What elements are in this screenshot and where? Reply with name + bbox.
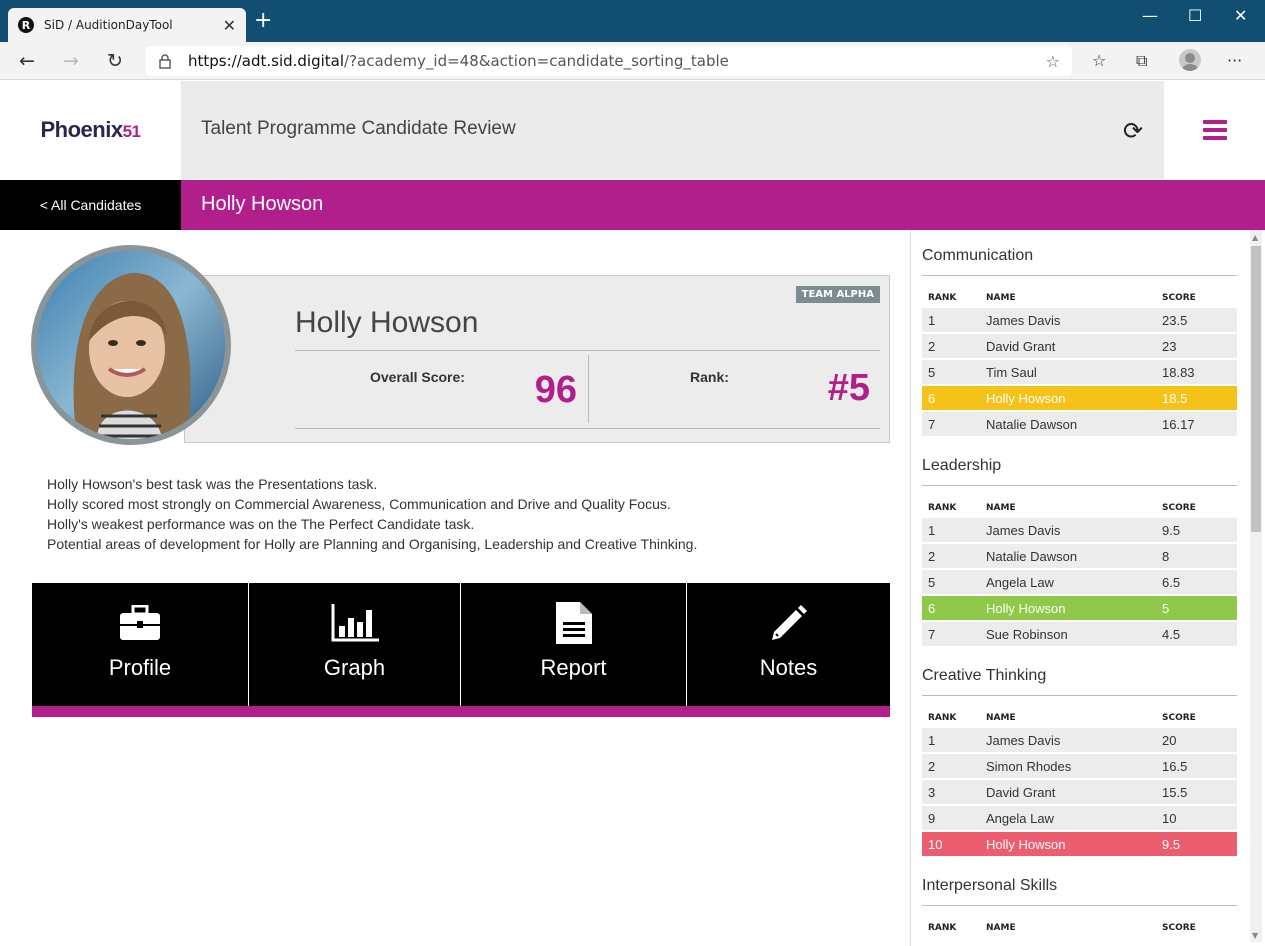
table-header: RANK NAME SCORE xyxy=(928,713,1196,723)
rank-value: #5 xyxy=(827,367,870,409)
tab-title: SiD / AuditionDayTool xyxy=(44,18,173,32)
rank-label: Rank: xyxy=(690,369,729,385)
notes-tile[interactable]: Notes xyxy=(687,583,890,706)
logo[interactable]: Phoenix51 xyxy=(0,81,181,179)
bar-chart-icon xyxy=(331,603,379,643)
table-row[interactable]: 3 David Grant 15.5 xyxy=(922,780,1237,804)
ranking-section-interpersonal-skills: Interpersonal Skills RANK NAME SCORE xyxy=(922,877,1237,938)
forward-arrow-icon[interactable]: → xyxy=(63,50,79,72)
table-header: RANK NAME SCORE xyxy=(928,293,1196,303)
report-tile-label: Report xyxy=(540,655,607,680)
action-tiles: Profile Graph Report Notes xyxy=(32,583,890,718)
candidate-card: TEAM ALPHA Holly Howson Overall Score: 9… xyxy=(184,275,890,443)
table-row[interactable]: 1 James Davis 20 xyxy=(922,728,1237,752)
menu-button[interactable] xyxy=(1164,81,1265,179)
summary-line: Holly scored most strongly on Commercial… xyxy=(47,496,671,512)
favorite-star-icon[interactable]: ☆ xyxy=(1046,52,1060,71)
url-text: https://adt.sid.digital/?academy_id=48&a… xyxy=(188,52,729,70)
table-row-highlighted[interactable]: 10 Holly Howson 9.5 xyxy=(922,832,1237,856)
refresh-icon[interactable]: ⟳ xyxy=(1123,117,1143,145)
scroll-down-icon[interactable]: ▼ xyxy=(1252,931,1258,940)
candidate-summary: Holly Howson's best task was the Present… xyxy=(47,474,697,554)
table-row[interactable]: 2 David Grant 23 xyxy=(922,334,1237,358)
ranking-section-communication: Communication RANK NAME SCORE 1 James Davis… xyxy=(922,247,1237,438)
rankings-panel: Communication RANK NAME SCORE 1 James Davis… xyxy=(910,230,1265,946)
section-title: Leadership xyxy=(922,457,1237,486)
section-title: Creative Thinking xyxy=(922,667,1237,696)
summary-line: Holly Howson's best task was the Present… xyxy=(47,476,378,492)
team-badge: TEAM ALPHA xyxy=(795,286,880,303)
briefcase-icon xyxy=(119,603,161,643)
graph-tile[interactable]: Graph xyxy=(249,583,460,706)
all-candidates-button[interactable]: < All Candidates xyxy=(0,180,181,230)
browser-toolbar: ← → ↻ https://adt.sid.digital/?academy_i… xyxy=(0,42,1265,80)
address-bar[interactable]: https://adt.sid.digital/?academy_id=48&a… xyxy=(146,46,1072,76)
app-title: Talent Programme Candidate Review xyxy=(201,118,516,139)
table-row[interactable]: 5 Angela Law 6.5 xyxy=(922,570,1237,594)
table-row[interactable]: 1 James Davis 9.5 xyxy=(922,518,1237,542)
reload-icon[interactable]: ↻ xyxy=(107,50,123,72)
table-header: RANK NAME SCORE xyxy=(928,503,1196,513)
maximize-icon[interactable]: ☐ xyxy=(1188,6,1202,25)
report-tile[interactable]: Report xyxy=(461,583,686,706)
candidate-bar-title: Holly Howson xyxy=(201,193,324,215)
summary-line: Potential areas of development for Holly… xyxy=(47,536,698,552)
table-row[interactable]: 7 Natalie Dawson 16.17 xyxy=(922,412,1237,436)
main-content: TEAM ALPHA Holly Howson Overall Score: 9… xyxy=(0,230,910,946)
pencil-icon xyxy=(770,603,808,643)
table-row[interactable]: 2 Simon Rhodes 16.5 xyxy=(922,754,1237,778)
candidate-name: Holly Howson xyxy=(295,306,479,339)
table-row[interactable]: 2 Natalie Dawson 8 xyxy=(922,544,1237,568)
summary-line: Holly's weakest performance was on the T… xyxy=(47,516,475,532)
favorites-list-icon[interactable]: ☆ xyxy=(1092,51,1106,70)
new-tab-icon[interactable]: + xyxy=(254,10,272,32)
table-row[interactable]: 1 James Davis 23.5 xyxy=(922,308,1237,332)
graph-tile-label: Graph xyxy=(323,655,386,680)
profile-tile-label: Profile xyxy=(108,655,172,680)
table-row[interactable]: 9 Angela Law 10 xyxy=(922,806,1237,830)
app-header: Phoenix51 Talent Programme Candidate Rev… xyxy=(0,81,1265,179)
notes-tile-label: Notes xyxy=(759,655,818,680)
close-window-icon[interactable]: ✕ xyxy=(1234,6,1247,25)
profile-avatar-icon[interactable] xyxy=(1179,49,1201,71)
ranking-section-leadership: Leadership RANK NAME SCORE 1 James Davis 9.5… xyxy=(922,457,1237,648)
scroll-up-icon[interactable]: ▲ xyxy=(1252,233,1258,242)
table-row[interactable]: 5 Tim Saul 18.83 xyxy=(922,360,1237,384)
overall-score-label: Overall Score: xyxy=(370,369,465,385)
tiles-underline xyxy=(32,706,890,717)
back-arrow-icon[interactable]: ← xyxy=(19,50,35,72)
minimize-icon[interactable]: — xyxy=(1142,6,1158,25)
hamburger-icon xyxy=(1202,120,1227,140)
document-icon xyxy=(555,602,592,644)
table-header: RANK NAME SCORE xyxy=(928,923,1196,933)
lock-icon xyxy=(159,53,171,69)
section-title: Communication xyxy=(922,247,1237,276)
table-row-highlighted[interactable]: 6 Holly Howson 5 xyxy=(922,596,1237,620)
browser-tab[interactable]: R SiD / AuditionDayTool ✕ xyxy=(8,8,246,42)
table-row-highlighted[interactable]: 6 Holly Howson 18.5 xyxy=(922,386,1237,410)
candidate-bar: < All Candidates Holly Howson xyxy=(0,180,1265,230)
table-row[interactable]: 7 Sue Robinson 4.5 xyxy=(922,622,1237,646)
scrollbar-thumb[interactable] xyxy=(1251,246,1261,532)
candidate-photo xyxy=(31,245,231,445)
panel-scrollbar[interactable]: ▲ ▼ xyxy=(1250,230,1262,942)
site-favicon-icon: R xyxy=(18,17,34,33)
ranking-section-creative-thinking: Creative Thinking RANK NAME SCORE 1 James D… xyxy=(922,667,1237,858)
overall-score-value: 96 xyxy=(534,369,577,411)
browser-titlebar: R SiD / AuditionDayTool ✕ + — ☐ ✕ xyxy=(0,0,1265,42)
more-menu-icon[interactable]: ··· xyxy=(1227,51,1242,70)
profile-tile[interactable]: Profile xyxy=(32,583,248,706)
section-title: Interpersonal Skills xyxy=(922,877,1237,906)
collections-icon[interactable]: ⧉ xyxy=(1136,51,1147,71)
close-tab-icon[interactable]: ✕ xyxy=(223,16,236,35)
